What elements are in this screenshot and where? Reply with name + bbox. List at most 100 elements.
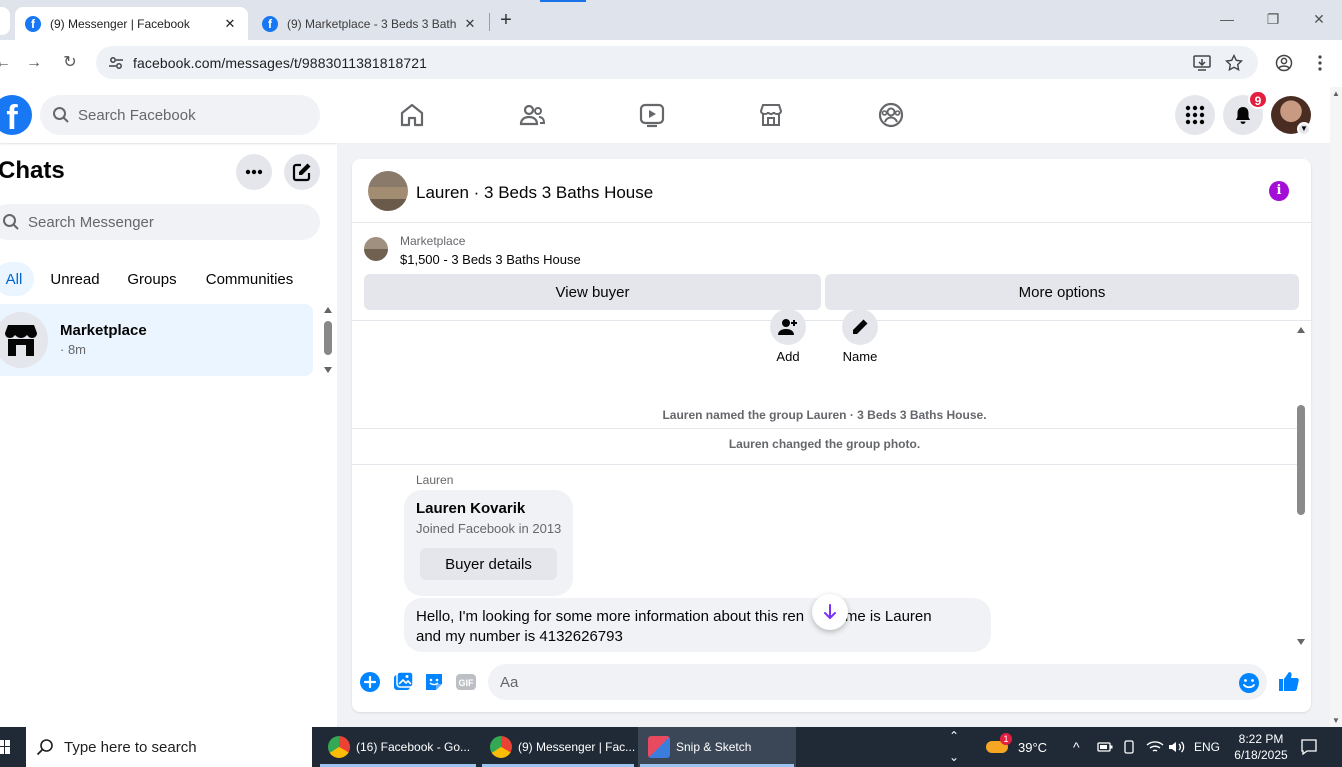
tab-close-icon[interactable]: ✕ (462, 16, 478, 32)
filter-communities[interactable]: Communities (196, 262, 303, 296)
pencil-icon (853, 319, 868, 334)
language-indicator[interactable]: ENG (1194, 727, 1220, 767)
tab-close-icon[interactable]: ✕ (222, 16, 238, 32)
taskbar-app-snip-sketch[interactable]: Snip & Sketch (638, 727, 796, 767)
like-thumb-icon[interactable] (1277, 670, 1299, 692)
listing-title[interactable]: $1,500 - 3 Beds 3 Baths House (400, 252, 581, 267)
clock-date: 6/18/2025 (1234, 748, 1288, 762)
scroll-down-icon[interactable] (1297, 639, 1305, 645)
bookmark-star-icon[interactable] (1225, 54, 1243, 72)
video-icon[interactable] (638, 101, 666, 129)
taskbar-app-label: Snip & Sketch (676, 740, 752, 754)
tab-marketplace[interactable]: f (9) Marketplace - 3 Beds 3 Baths ✕ (252, 7, 488, 40)
photo-icon[interactable] (392, 671, 414, 693)
scrollbar-thumb[interactable] (324, 321, 332, 355)
plus-icon[interactable] (359, 671, 381, 693)
message-composer[interactable] (488, 664, 1267, 700)
groups-icon[interactable] (877, 101, 905, 129)
clock-time: 8:22 PM (1238, 732, 1284, 746)
site-info-icon[interactable] (108, 55, 124, 71)
taskbar-app-chrome-messenger[interactable]: (9) Messenger | Fac... (480, 727, 636, 767)
tab-stub[interactable] (0, 7, 10, 35)
notification-center-icon[interactable] (1300, 738, 1318, 756)
device-icon[interactable] (1123, 740, 1135, 754)
info-icon[interactable]: i (1269, 181, 1289, 201)
buyer-details-button[interactable]: Buyer details (420, 548, 557, 580)
reload-icon[interactable]: ↻ (61, 54, 79, 72)
listing-thumbnail[interactable] (364, 237, 388, 261)
new-message-button[interactable] (284, 154, 320, 190)
view-buyer-button[interactable]: View buyer (364, 274, 821, 310)
messenger-search-input[interactable]: Search Messenger (0, 204, 320, 240)
weather-widget[interactable]: 1 39°C (986, 727, 1047, 767)
tray-scroll-down-icon[interactable]: ⌄ (949, 750, 959, 764)
tab-title: (9) Marketplace - 3 Beds 3 Baths (287, 16, 456, 31)
omnibox[interactable]: facebook.com/messages/t/9883011381818721 (96, 46, 1258, 79)
chat-timestamp: · 8m (60, 342, 86, 357)
menu-button[interactable] (1175, 95, 1215, 135)
forward-icon[interactable]: → (25, 54, 43, 72)
message-input[interactable] (500, 673, 1200, 691)
message-bubble[interactable]: Hello, I'm looking for some more informa… (404, 598, 991, 652)
emoji-icon[interactable] (1238, 672, 1260, 694)
scroll-up-icon[interactable] (1297, 327, 1305, 333)
profile-icon[interactable] (1275, 54, 1293, 72)
minimize-icon[interactable]: — (1217, 11, 1237, 27)
new-tab-button[interactable]: + (497, 10, 515, 30)
group-avatar[interactable] (368, 171, 408, 211)
page-scrollbar[interactable]: ▲ ▼ (1330, 87, 1342, 727)
scroll-down-icon[interactable]: ▼ (1332, 716, 1340, 725)
tab-loading-indicator (540, 0, 586, 2)
sticker-icon[interactable] (423, 671, 445, 693)
wifi-icon[interactable] (1146, 740, 1164, 754)
filter-groups[interactable]: Groups (120, 262, 184, 296)
tab-messenger[interactable]: f (9) Messenger | Facebook ✕ (15, 7, 248, 40)
name-group-button[interactable] (842, 309, 878, 345)
system-message: Lauren named the group Lauren · 3 Beds 3… (662, 408, 987, 422)
install-app-icon[interactable] (1193, 54, 1211, 72)
filter-all[interactable]: All (0, 262, 34, 296)
conversation-title[interactable]: Lauren · 3 Beds 3 Baths House (416, 183, 653, 203)
snip-sketch-icon (648, 736, 670, 758)
chat-options-button[interactable] (236, 154, 272, 190)
message-text-line: Hello, I'm looking for some more informa… (416, 608, 932, 625)
close-window-icon[interactable]: ✕ (1309, 11, 1329, 28)
scrollbar-thumb[interactable] (1297, 405, 1305, 515)
chats-title: Chats (0, 157, 65, 184)
facebook-search-input[interactable]: Search Facebook (40, 95, 320, 135)
chevron-down-icon[interactable]: ▼ (1297, 122, 1311, 136)
scroll-up-icon[interactable] (324, 307, 332, 313)
buyer-joined: Joined Facebook in 2013 (416, 521, 562, 536)
arrow-down-icon (824, 604, 836, 620)
clock[interactable]: 8:22 PM 6/18/2025 (1228, 731, 1294, 763)
tab-title: (9) Messenger | Facebook (50, 16, 190, 31)
taskbar-search-input[interactable]: Type here to search (26, 727, 312, 767)
maximize-icon[interactable]: ❐ (1263, 11, 1283, 28)
svg-text:GIF: GIF (459, 678, 475, 688)
chats-scrollbar[interactable] (322, 307, 334, 373)
scroll-up-icon[interactable]: ▲ (1332, 89, 1340, 98)
compose-icon (292, 163, 311, 182)
add-people-button[interactable] (770, 309, 806, 345)
marketplace-icon[interactable] (757, 101, 785, 129)
gif-icon[interactable]: GIF (455, 671, 477, 693)
scroll-down-icon[interactable] (324, 367, 332, 373)
back-icon[interactable]: ← (0, 54, 12, 72)
home-icon[interactable] (398, 101, 426, 129)
scroll-to-bottom-button[interactable] (812, 594, 848, 630)
taskbar-app-chrome-facebook[interactable]: (16) Facebook - Go... (318, 727, 478, 767)
buyer-card: Lauren Kovarik Joined Facebook in 2013 B… (404, 490, 573, 596)
conversation-scrollbar[interactable] (1295, 323, 1309, 651)
chat-name: Marketplace (60, 322, 147, 339)
volume-icon[interactable] (1168, 740, 1186, 754)
friends-icon[interactable] (518, 101, 546, 129)
more-options-button[interactable]: More options (825, 274, 1299, 310)
windows-start-icon[interactable] (0, 740, 10, 754)
sender-name: Lauren (416, 473, 454, 487)
search-placeholder: Type here to search (64, 738, 197, 756)
battery-icon[interactable] (1097, 741, 1113, 753)
browser-menu-icon[interactable] (1311, 54, 1329, 72)
filter-unread[interactable]: Unread (44, 262, 106, 296)
show-hidden-icons[interactable]: ^ (1073, 727, 1080, 767)
tray-scroll-up-icon[interactable]: ⌃ (949, 729, 959, 743)
